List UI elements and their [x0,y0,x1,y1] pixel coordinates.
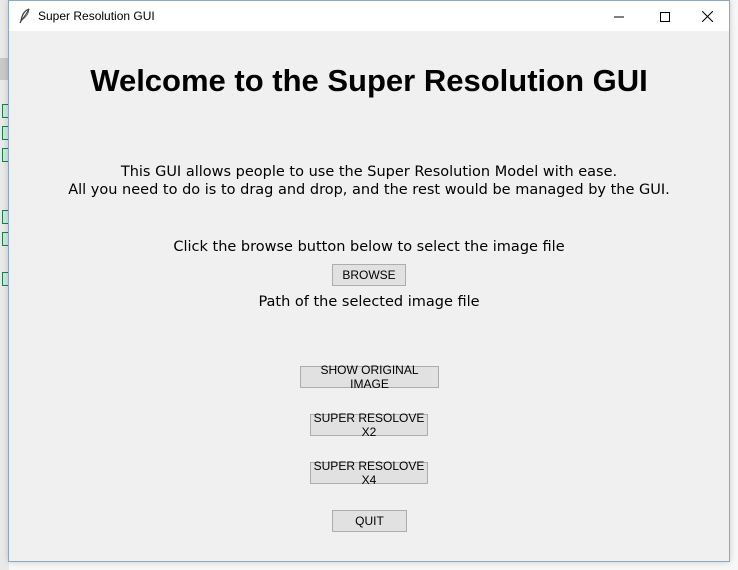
minimize-icon [614,7,624,26]
close-icon [701,7,713,26]
main-content: Welcome to the Super Resolution GUI This… [9,31,729,561]
close-button[interactable] [684,1,730,31]
super-resolve-x4-button[interactable]: SUPER RESOLOVE X4 [310,459,428,487]
window-title: Super Resolution GUI [38,9,155,23]
minimize-button[interactable] [596,1,642,31]
browse-button[interactable]: BROWSE [332,264,406,286]
title-bar[interactable]: Super Resolution GUI [9,1,729,31]
show-original-image-button[interactable]: SHOW ORIGINAL IMAGE [300,363,439,391]
quit-button[interactable]: QUIT [332,510,407,532]
description-line-1: This GUI allows people to use the Super … [120,164,618,180]
app-window: Super Resolution GUI Welcome to the Supe… [8,0,730,562]
description-line-2: All you need to do is to drag and drop, … [68,182,670,198]
selected-path-label: Path of the selected image file [258,294,480,310]
background-window-element [0,58,8,80]
maximize-button[interactable] [642,1,688,31]
page-title: Welcome to the Super Resolution GUI [90,63,648,98]
maximize-icon [660,7,670,26]
browse-instruction: Click the browse button below to select … [173,239,565,255]
feather-icon [17,8,33,24]
super-resolve-x2-button[interactable]: SUPER RESOLOVE X2 [310,411,428,439]
